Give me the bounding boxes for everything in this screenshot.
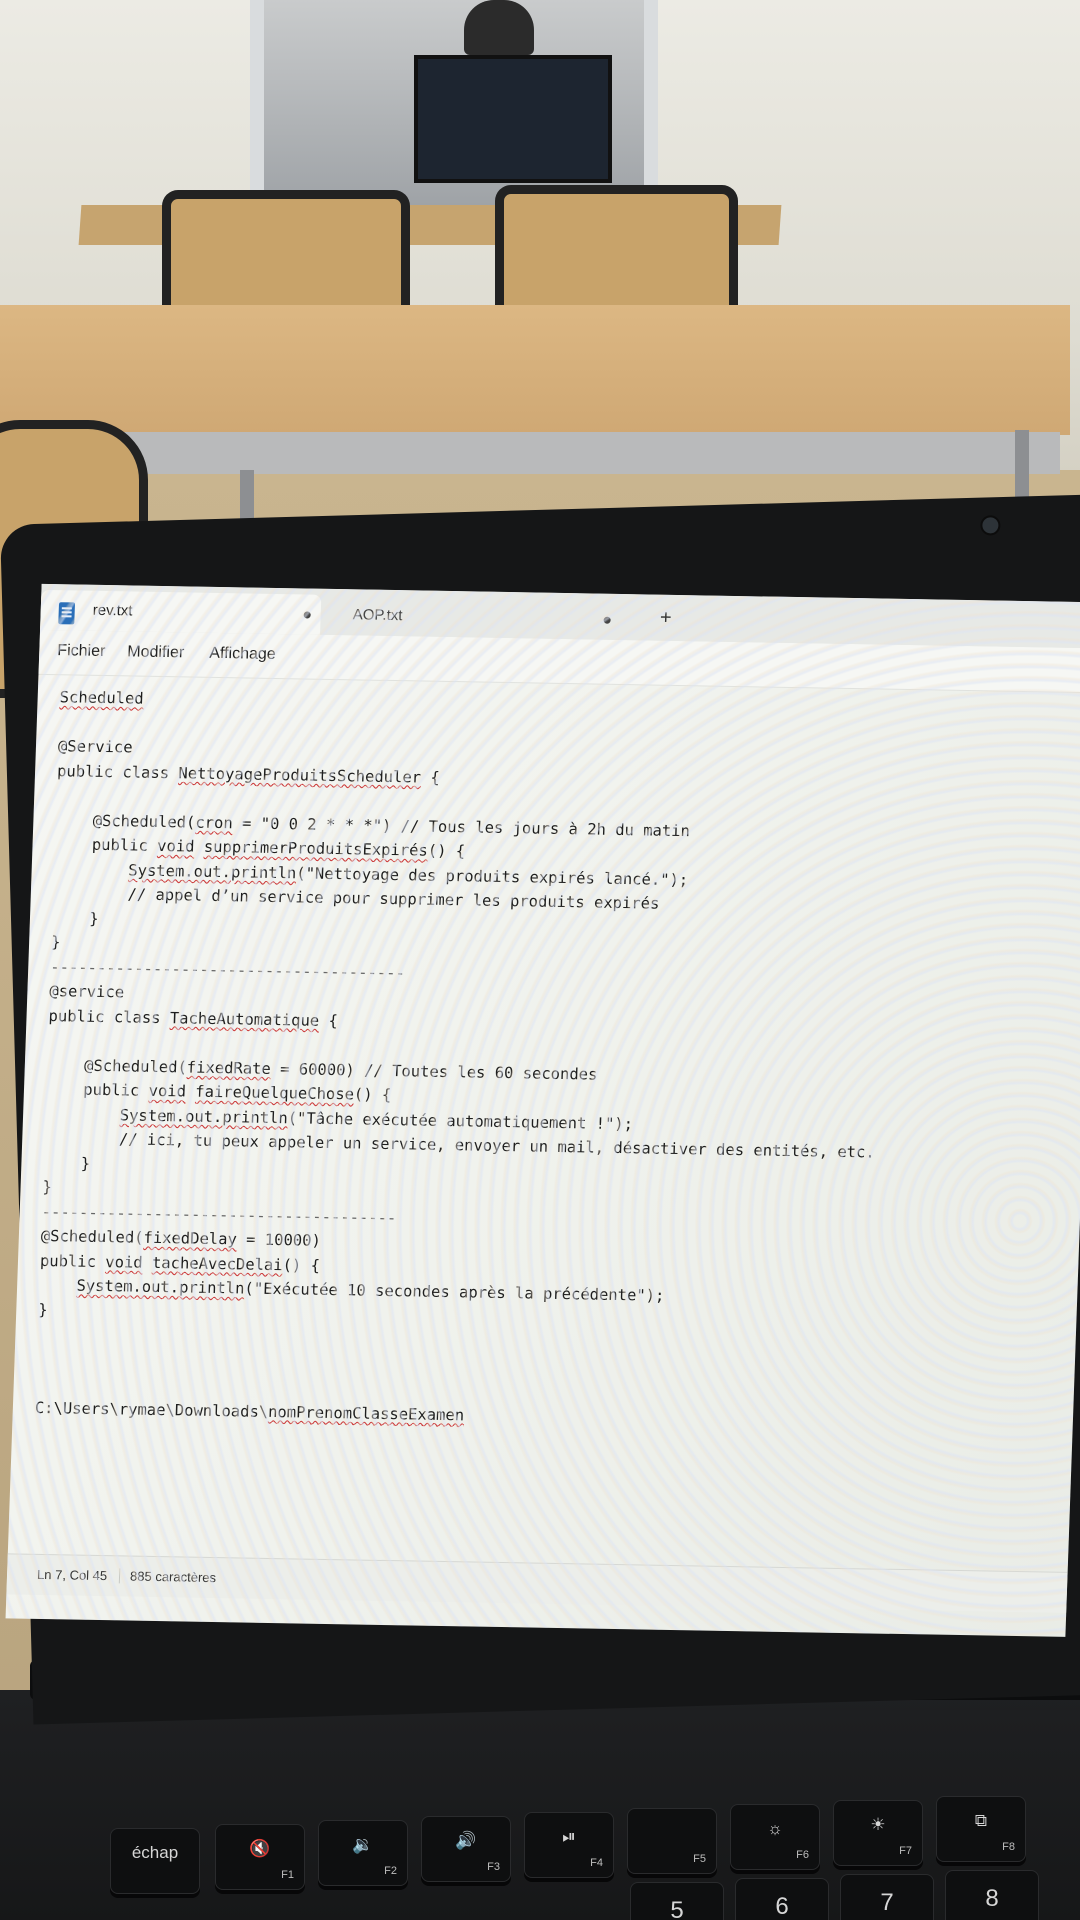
key-label: 🔇 (249, 1839, 271, 1858)
tab-aop-txt[interactable]: AOP.txt (340, 595, 621, 640)
code-line: public class NettoyageProduitsScheduler … (56, 761, 441, 787)
key-f1[interactable]: 🔇 F1 (215, 1824, 305, 1890)
background-monitor (414, 55, 612, 183)
unsaved-dot-icon (603, 616, 611, 624)
menu-fichier[interactable]: Fichier (57, 642, 106, 661)
text-editor[interactable]: Scheduled @Service public class NettoyageP… (8, 674, 1080, 1572)
person-in-background (464, 0, 534, 55)
photo-scene: échap 🔇 F1 🔉 F2 🔊 F3 ⏯ F4 F5 ☼ F6 ☀ F7 ⧉ F8 5 6 7 8 rev.txt… (0, 0, 1080, 1920)
key-fn-label: F5 (693, 1853, 706, 1865)
character-count: 885 caractères (118, 1568, 217, 1586)
key-fn-label: F4 (590, 1857, 603, 1869)
notepad-icon (58, 602, 76, 625)
key-fn-label: F2 (384, 1865, 397, 1877)
menu-affichage[interactable]: Affichage (209, 645, 276, 664)
key-f5[interactable]: F5 (627, 1808, 717, 1874)
key-fn-label: F7 (899, 1845, 912, 1857)
key-fn-label: F1 (281, 1869, 294, 1881)
desk-frame (0, 432, 1060, 474)
tab-title: AOP.txt (352, 606, 403, 625)
key-escape[interactable]: échap (110, 1828, 200, 1894)
code-line: } (38, 1300, 48, 1319)
key-label: échap (131, 1843, 179, 1862)
tab-rev-txt[interactable]: rev.txt (40, 589, 322, 635)
separator-line: -------------------------------------- (41, 1202, 397, 1227)
key-5[interactable]: 5 (630, 1882, 724, 1920)
webcam-icon (980, 515, 1001, 536)
code-line: @Scheduled(fixedDelay = 10000) (40, 1226, 322, 1250)
key-f4[interactable]: ⏯ F4 (524, 1812, 614, 1878)
key-label: ☼ (767, 1819, 783, 1838)
key-7[interactable]: 7 (840, 1874, 934, 1920)
key-label: 7 (880, 1889, 894, 1916)
key-label: 8 (985, 1885, 999, 1912)
key-f3[interactable]: 🔊 F3 (421, 1816, 511, 1882)
key-f6[interactable]: ☼ F6 (730, 1804, 820, 1870)
code-line: @Service (57, 737, 133, 757)
key-f7[interactable]: ☀ F7 (833, 1800, 923, 1866)
cursor-position: Ln 7, Col 45 (36, 1566, 108, 1584)
key-label: 🔊 (455, 1831, 477, 1850)
code-line: } (50, 933, 61, 952)
menu-modifier[interactable]: Modifier (127, 643, 184, 662)
code-line: public void tacheAvecDelai() { (39, 1251, 321, 1275)
unsaved-dot-icon (303, 611, 311, 619)
new-tab-button[interactable]: + (650, 601, 681, 636)
code-line: } (51, 908, 99, 928)
key-f8[interactable]: ⧉ F8 (936, 1796, 1026, 1862)
tab-title: rev.txt (92, 601, 133, 620)
key-fn-label: F8 (1002, 1841, 1015, 1853)
code-line: public void faireQuelqueChose() { (45, 1080, 392, 1105)
key-fn-label: F3 (487, 1861, 500, 1873)
code-line: C:\Users\rymae\Downloads\nomPrenomClasse… (34, 1398, 465, 1424)
key-label: ☀ (870, 1815, 886, 1834)
code-line: } (42, 1177, 53, 1197)
key-label: 6 (775, 1893, 789, 1920)
key-f2[interactable]: 🔉 F2 (318, 1820, 408, 1886)
code-line: public class TacheAutomatique { (48, 1006, 339, 1030)
code-line: @service (49, 982, 125, 1002)
code-line: System.out.println("Exécutée 10 secondes… (76, 1276, 665, 1305)
front-desk (0, 305, 1070, 435)
key-fn-label: F6 (796, 1849, 809, 1861)
doorway (250, 0, 658, 210)
code-line: } (43, 1153, 91, 1173)
key-6[interactable]: 6 (735, 1878, 829, 1920)
code-line: Scheduled (59, 688, 145, 708)
code-line: // ici, tu peux appeler un service, envo… (44, 1128, 876, 1162)
key-8[interactable]: 8 (945, 1870, 1039, 1920)
key-label: 5 (670, 1897, 684, 1920)
laptop-lid: rev.txt AOP.txt + Fichier Modifier Affic… (0, 494, 1080, 1725)
key-label: ⏯ (562, 1827, 576, 1846)
separator-line: -------------------------------------- (49, 957, 406, 982)
key-label: ⧉ (974, 1811, 988, 1830)
laptop-screen: rev.txt AOP.txt + Fichier Modifier Affic… (5, 583, 1080, 1637)
key-label: 🔉 (352, 1835, 374, 1854)
